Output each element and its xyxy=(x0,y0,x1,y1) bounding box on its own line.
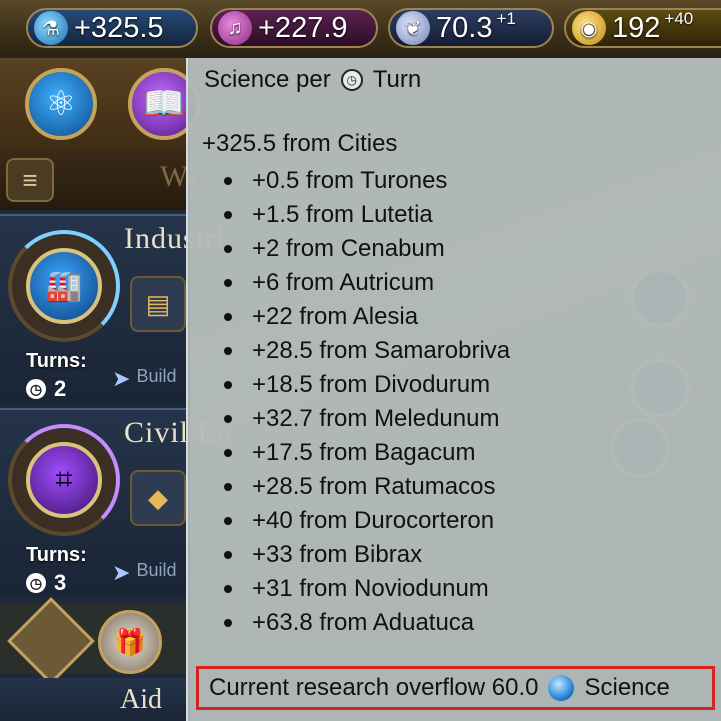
turns-label: Turns: xyxy=(26,544,87,566)
factory-icon: 🏭 xyxy=(26,248,102,324)
turn-clock-icon: ◷ xyxy=(340,69,363,91)
list-item: +22 from Alesia xyxy=(224,300,510,334)
aid-label: Aid xyxy=(120,684,162,715)
culture-value: +227.9 xyxy=(258,11,348,44)
boost-arrow-icon: ➤ xyxy=(112,560,131,585)
list-item: +28.5 from Ratumacos xyxy=(224,470,510,504)
list-item: +31 from Noviodunum xyxy=(224,572,510,606)
build-hint: ➤ Build xyxy=(112,560,177,585)
clock-icon: ◷ xyxy=(26,379,46,399)
tooltip-title: Science per ◷ Turn xyxy=(204,66,422,93)
list-item: +6 from Autricum xyxy=(224,266,510,300)
unlock-gem-icon[interactable]: ◆ xyxy=(130,470,186,526)
tech-card-industrialization[interactable]: Industri 🏭 ▤ Turns: ◷ 2 ➤ Build xyxy=(0,214,224,404)
faith-yield[interactable]: ❦ 70.3 +1 xyxy=(388,8,554,48)
bullet-icon xyxy=(224,211,232,219)
bullet-icon xyxy=(224,279,232,287)
boost-arrow-icon: ➤ xyxy=(112,366,131,391)
culture-note-icon: ♫ xyxy=(218,11,252,45)
bullet-icon xyxy=(224,517,232,525)
list-item: +28.5 from Samarobriva xyxy=(224,334,510,368)
science-value: +325.5 xyxy=(74,11,164,44)
list-item: +1.5 from Lutetia xyxy=(224,198,510,232)
gold-delta: +40 xyxy=(664,9,694,28)
bullet-icon xyxy=(224,551,232,559)
turns-label: Turns: xyxy=(26,350,87,372)
list-item: +0.5 from Turones xyxy=(224,164,510,198)
gold-yield[interactable]: ◉ 192 +40 xyxy=(564,8,721,48)
gift-icon[interactable]: 🎁 xyxy=(98,610,162,674)
science-yield[interactable]: ⚗ +325.5 xyxy=(26,8,198,48)
list-item: +2 from Cenabum xyxy=(224,232,510,266)
list-item: +33 from Bibrax xyxy=(224,538,510,572)
research-overflow-row: Current research overflow 60.0 Science xyxy=(196,666,715,710)
bullet-icon xyxy=(224,313,232,321)
unlock-building-icon[interactable]: ▤ xyxy=(130,276,186,332)
research-panel: ⚛ 📖 ≡ Wo Industri 🏭 ▤ Turns: ◷ 2 ➤ Build… xyxy=(0,58,232,721)
bullet-icon xyxy=(224,449,232,457)
bullet-icon xyxy=(224,177,232,185)
bullet-icon xyxy=(224,415,232,423)
faith-icon: ❦ xyxy=(396,11,430,45)
bullet-icon xyxy=(224,483,232,491)
panel-menu-row: ≡ Wo xyxy=(0,150,201,210)
science-tooltip: Science per ◷ Turn +325.5 from Cities +0… xyxy=(186,58,721,721)
gold-value: 192 xyxy=(612,11,661,44)
bullet-icon xyxy=(224,585,232,593)
gold-coin-icon: ◉ xyxy=(572,11,606,45)
tech-progress-ring: ⌗ xyxy=(8,424,120,536)
hamburger-menu-icon[interactable]: ≡ xyxy=(6,158,54,202)
diplomacy-hex-icon[interactable] xyxy=(7,597,95,685)
science-flask-icon: ⚗ xyxy=(34,11,68,45)
faith-delta: +1 xyxy=(496,9,516,28)
science-orb-icon xyxy=(548,675,575,701)
scaffold-icon: ⌗ xyxy=(26,442,102,518)
bullet-icon xyxy=(224,619,232,627)
list-item: +17.5 from Bagacum xyxy=(224,436,510,470)
list-item: +32.7 from Meledunum xyxy=(224,402,510,436)
clock-icon: ◷ xyxy=(26,573,46,593)
science-tab-atom-icon[interactable]: ⚛ xyxy=(25,68,97,140)
list-item: +63.8 from Aduatuca xyxy=(224,606,510,640)
overflow-unit: Science xyxy=(584,674,670,701)
aid-row[interactable]: Aid xyxy=(0,678,190,721)
resource-bar: ⚗ +325.5 ♫ +227.9 ❦ 70.3 +1 ◉ 192 +40 xyxy=(0,0,721,60)
list-item: +40 from Durocorteron xyxy=(224,504,510,538)
faith-value: 70.3 xyxy=(436,11,493,44)
build-hint: ➤ Build xyxy=(112,366,177,391)
bullet-icon xyxy=(224,381,232,389)
tech-card-civil-engineering[interactable]: Civil En ⌗ ◆ Turns: ◷ 3 ➤ Build xyxy=(0,408,232,598)
overflow-text: Current research overflow 60.0 xyxy=(209,674,539,701)
tech-progress-ring: 🏭 xyxy=(8,230,120,342)
list-item: +18.5 from Divodurum xyxy=(224,368,510,402)
turns-value: ◷ 2 xyxy=(26,376,66,402)
panel-tabs: ⚛ 📖 xyxy=(0,58,200,150)
bullet-icon xyxy=(224,347,232,355)
turns-value: ◷ 3 xyxy=(26,570,66,596)
bullet-icon xyxy=(224,245,232,253)
culture-yield[interactable]: ♫ +227.9 xyxy=(210,8,378,48)
panel-bottom-row: 🎁 xyxy=(0,597,190,685)
tooltip-total-line: +325.5 from Cities xyxy=(202,130,398,157)
city-breakdown-list: +0.5 from Turones +1.5 from Lutetia +2 f… xyxy=(224,164,510,640)
